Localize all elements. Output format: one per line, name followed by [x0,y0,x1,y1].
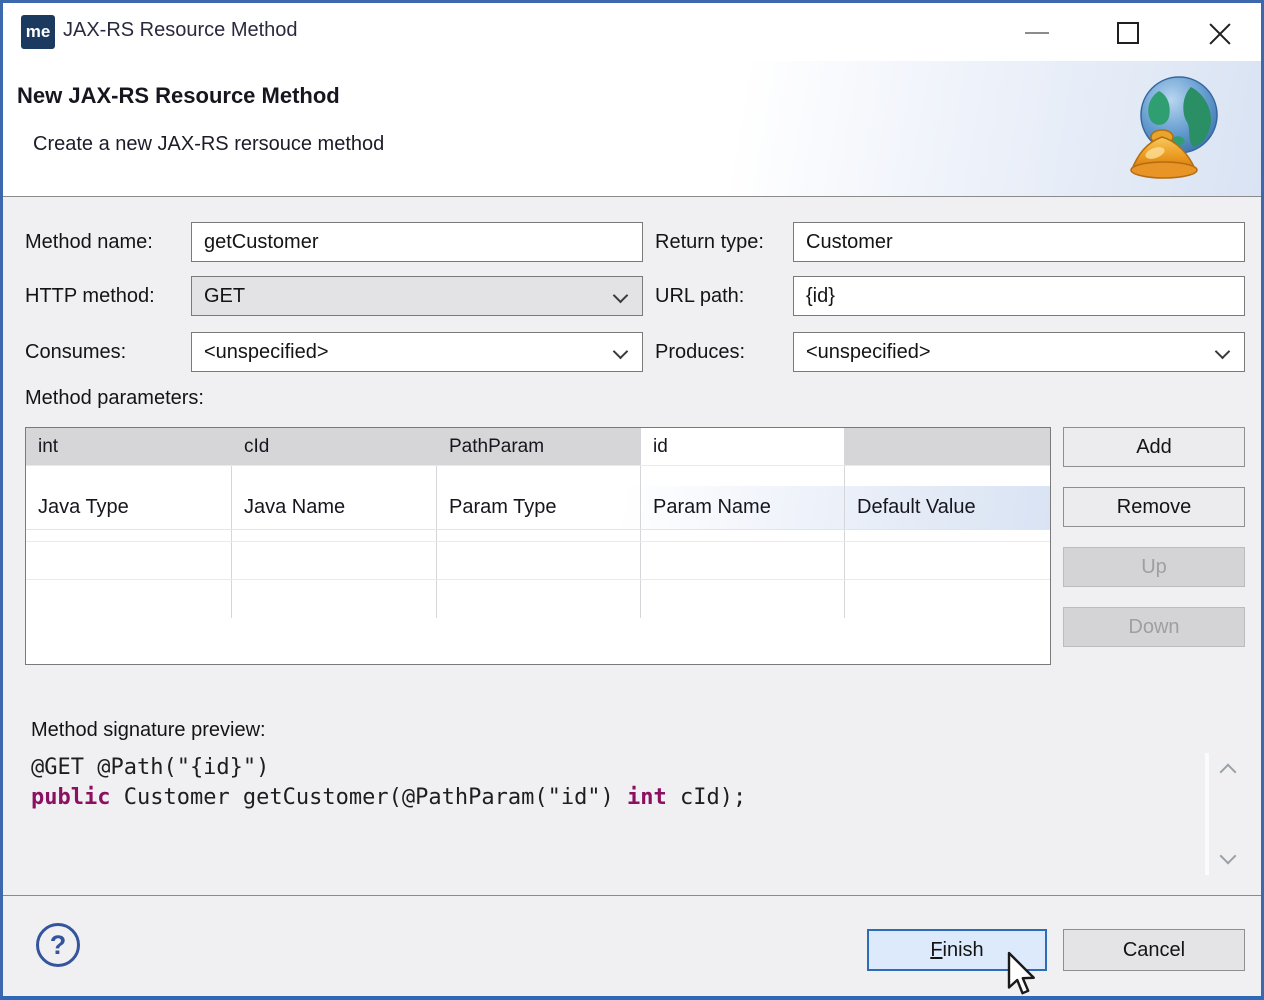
chevron-down-icon [613,288,629,304]
column-header-java-name[interactable]: Java Name [232,486,437,529]
cancel-button[interactable]: Cancel [1063,929,1245,971]
produces-value: <unspecified> [806,341,931,363]
column-header-param-type[interactable]: Param Type [437,486,641,529]
maximize-icon[interactable] [1117,22,1139,44]
http-method-select[interactable]: GET [191,276,643,316]
method-name-label: Method name: [25,222,153,262]
up-button: Up [1063,547,1245,587]
produces-label: Produces: [655,332,745,372]
code-line2-end: cId); [667,785,746,810]
wizard-header: New JAX-RS Resource Method Create a new … [3,61,1261,197]
column-header-java-type[interactable]: Java Type [26,486,232,529]
column-header-default-value[interactable]: Default Value [845,486,1050,529]
http-method-value: GET [204,285,245,307]
globe-bell-icon [1115,69,1235,189]
scroll-down-icon[interactable] [1221,851,1235,865]
myeclipse-app-icon: me [21,15,55,49]
minimize-icon[interactable] [1025,32,1049,34]
chevron-down-icon [1215,344,1231,360]
cell-param-type[interactable]: PathParam [437,428,641,465]
cell-java-name[interactable]: cId [232,428,437,465]
keyword-public: public [31,785,110,810]
return-type-label: Return type: [655,222,764,262]
method-name-input[interactable] [191,222,643,262]
table-row-selected[interactable]: int cId PathParam id [26,428,1050,466]
cell-default-value[interactable] [845,428,1050,465]
title-bar: me JAX-RS Resource Method [3,3,1261,61]
remove-button[interactable]: Remove [1063,487,1245,527]
finish-label-accel: F [930,939,942,961]
add-button[interactable]: Add [1063,427,1245,467]
url-path-label: URL path: [655,276,744,316]
signature-preview-code: @GET @Path("{id}") public Customer getCus… [31,753,746,813]
scrollbar-track[interactable] [1205,753,1209,875]
code-line2-mid: Customer getCustomer(@PathParam("id") [110,785,627,810]
cell-param-name-editor[interactable]: id [641,428,845,465]
page-title: New JAX-RS Resource Method [17,83,340,109]
keyword-int: int [627,785,667,810]
signature-preview-label: Method signature preview: [31,719,266,742]
window-title: JAX-RS Resource Method [63,19,298,42]
produces-select[interactable]: <unspecified> [793,332,1245,372]
consumes-label: Consumes: [25,332,126,372]
jaxrs-resource-method-dialog: me JAX-RS Resource Method New JAX-RS Res… [0,0,1264,1000]
cell-java-type[interactable]: int [26,428,232,465]
close-icon[interactable] [1205,19,1235,49]
table-row-empty [26,542,1050,580]
table-header-row: Java Type Java Name Param Type Param Nam… [26,486,1050,530]
scroll-up-icon[interactable] [1221,763,1235,777]
footer-divider [3,895,1261,896]
mouse-cursor-icon [1003,951,1039,997]
consumes-value: <unspecified> [204,341,329,363]
url-path-input[interactable] [793,276,1245,316]
chevron-down-icon [613,344,629,360]
down-button: Down [1063,607,1245,647]
method-parameters-label: Method parameters: [25,387,204,410]
method-parameters-table: Java Type Java Name Param Type Param Nam… [25,427,1051,665]
code-line1: @GET @Path("{id}") [31,755,269,780]
consumes-select[interactable]: <unspecified> [191,332,643,372]
column-header-param-name[interactable]: Param Name [641,486,845,529]
page-subtitle: Create a new JAX-RS rersouce method [33,133,384,156]
http-method-label: HTTP method: [25,276,155,316]
finish-label-rest: inish [943,939,984,961]
table-row-empty [26,580,1050,618]
return-type-input[interactable] [793,222,1245,262]
help-button[interactable]: ? [36,923,80,967]
